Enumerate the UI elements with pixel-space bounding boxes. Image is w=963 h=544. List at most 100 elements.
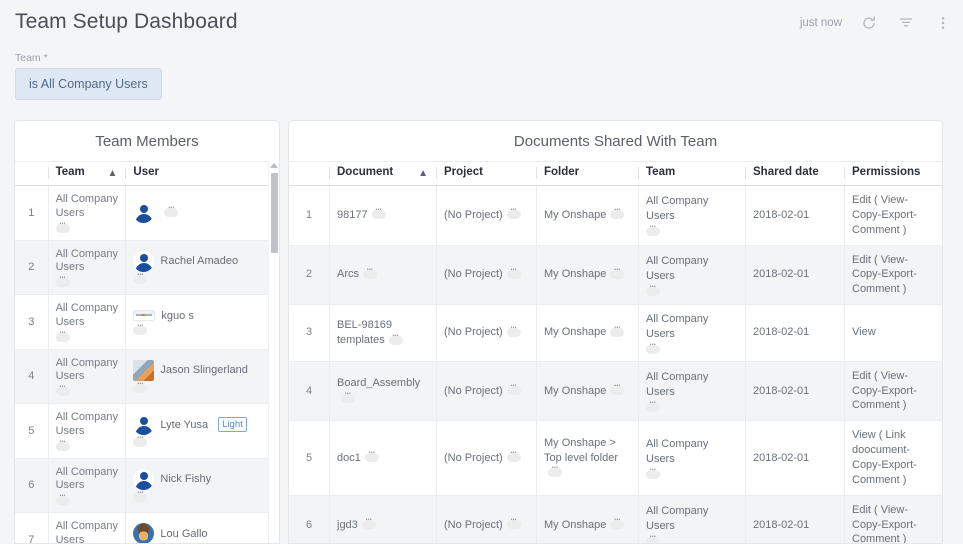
cell-folder: My Onshape: [536, 495, 638, 544]
more-options-icon[interactable]: [646, 345, 660, 354]
more-options-icon[interactable]: [507, 386, 521, 395]
cell-team: All Company Users: [48, 458, 126, 513]
sort-ascending-icon: ▲: [418, 169, 428, 179]
more-options-icon[interactable]: [56, 278, 70, 287]
more-options-icon[interactable]: [363, 270, 377, 279]
cell-project: (No Project): [436, 305, 536, 362]
team-members-scrollbar[interactable]: [268, 161, 279, 544]
cell-document-text: BEL-98169 templates: [337, 319, 392, 346]
cell-team: All Company Users: [48, 186, 126, 241]
user-cell-content: Lou Gallo: [133, 523, 273, 544]
row-number: 4: [15, 349, 48, 404]
table-row[interactable]: 7All Company UsersLou Gallo: [15, 513, 279, 544]
more-options-icon[interactable]: [133, 438, 147, 447]
cell-project-text: (No Project): [444, 519, 503, 531]
user-row: Lyte YusaLight: [133, 414, 273, 435]
cell-project: (No Project): [436, 245, 536, 305]
user-cell-content: Jason Slingerland: [133, 360, 273, 393]
cell-document: doc1: [329, 421, 436, 495]
refresh-icon[interactable]: [859, 13, 879, 33]
table-row[interactable]: 5All Company UsersLyte YusaLight: [15, 404, 279, 459]
more-options-icon[interactable]: [56, 442, 70, 451]
more-options-icon[interactable]: [365, 453, 379, 462]
table-row[interactable]: 1All Company Users: [15, 186, 279, 241]
more-options-icon[interactable]: [507, 328, 521, 337]
cell-team-text: All Company Users: [646, 438, 708, 465]
user-name-text: Jason Slingerland: [160, 363, 247, 377]
more-options-icon[interactable]: [389, 336, 403, 345]
cell-document-text: 98177: [337, 209, 368, 221]
table-row[interactable]: 6All Company UsersNick Fishy: [15, 458, 279, 513]
more-options-icon[interactable]: [507, 520, 521, 529]
cell-permissions: Edit ( View-Copy-Export-Comment ): [844, 495, 942, 544]
user-row: Lou Gallo: [133, 523, 273, 544]
scrollbar-thumb[interactable]: [271, 173, 278, 253]
more-options-icon[interactable]: [610, 520, 624, 529]
more-options-icon[interactable]: [133, 384, 147, 393]
more-options-icon[interactable]: [646, 403, 660, 412]
cell-document-text: doc1: [337, 452, 361, 464]
cell-team-text: All Company Users: [646, 371, 708, 398]
more-options-icon[interactable]: [646, 470, 660, 479]
user-row: kguo s: [133, 309, 273, 323]
column-header-team[interactable]: Team ▲: [48, 162, 126, 186]
cell-project-text: (No Project): [444, 452, 503, 464]
more-options-icon[interactable]: [507, 270, 521, 279]
more-options-icon[interactable]: [610, 210, 624, 219]
table-row[interactable]: 2All Company UsersRachel Amadeo: [15, 240, 279, 295]
table-row[interactable]: 2Arcs(No Project)My OnshapeAll Company U…: [289, 245, 942, 305]
more-options-icon[interactable]: [610, 328, 624, 337]
column-header-document[interactable]: Document ▲: [329, 162, 436, 186]
table-row[interactable]: 4Board_Assembly(No Project)My OnshapeAll…: [289, 361, 942, 421]
cell-team-text: All Company Users: [646, 255, 708, 282]
column-header-permissions[interactable]: Permissions: [844, 162, 942, 186]
more-options-icon[interactable]: [56, 496, 70, 505]
team-members-body: 1All Company Users2All Company UsersRach…: [15, 186, 279, 544]
more-options-icon[interactable]: [133, 493, 147, 502]
status-badge: Light: [218, 417, 247, 432]
table-row[interactable]: 3All Company Userskguo s: [15, 295, 279, 350]
more-options-icon[interactable]: [507, 453, 521, 462]
table-row[interactable]: 4All Company UsersJason Slingerland: [15, 349, 279, 404]
table-row[interactable]: 198177(No Project)My OnshapeAll Company …: [289, 186, 942, 246]
more-vertical-icon[interactable]: [933, 13, 953, 33]
scroll-up-arrow-icon[interactable]: [270, 163, 278, 168]
more-options-icon[interactable]: [56, 387, 70, 396]
more-options-icon[interactable]: [646, 537, 660, 544]
more-options-icon[interactable]: [133, 326, 147, 335]
cell-document: jgd3: [329, 495, 436, 544]
table-row[interactable]: 6jgd3(No Project)My OnshapeAll Company U…: [289, 495, 942, 544]
cell-shared-date-text: 2018-02-01: [753, 326, 809, 338]
more-options-icon[interactable]: [610, 386, 624, 395]
column-header-user[interactable]: User: [125, 162, 279, 186]
more-options-icon[interactable]: [362, 520, 376, 529]
column-header-project[interactable]: Project: [436, 162, 536, 186]
filter-icon[interactable]: [896, 13, 916, 33]
more-options-icon[interactable]: [56, 333, 70, 342]
cell-team: All Company Users: [638, 421, 745, 495]
more-options-icon[interactable]: [646, 287, 660, 296]
avatar-photo: [133, 523, 154, 544]
table-row[interactable]: 5doc1(No Project)My Onshape > Top level …: [289, 421, 942, 495]
column-header-shared-date[interactable]: Shared date: [745, 162, 844, 186]
row-number: 4: [289, 361, 329, 421]
more-options-icon[interactable]: [507, 210, 521, 219]
more-options-icon[interactable]: [610, 270, 624, 279]
more-options-icon[interactable]: [133, 275, 147, 284]
more-options-icon[interactable]: [341, 394, 355, 403]
column-header-team[interactable]: Team: [638, 162, 745, 186]
documents-title: Documents Shared With Team: [289, 121, 942, 161]
more-options-icon[interactable]: [372, 210, 386, 219]
row-number: 3: [15, 295, 48, 350]
table-row[interactable]: 3BEL-98169 templates(No Project)My Onsha…: [289, 305, 942, 362]
user-name-text: kguo s: [161, 309, 193, 323]
cell-project-text: (No Project): [444, 385, 503, 397]
more-options-icon[interactable]: [56, 224, 70, 233]
cell-shared-date-text: 2018-02-01: [753, 452, 809, 464]
more-options-icon[interactable]: [164, 208, 178, 217]
team-filter-chip[interactable]: is All Company Users: [15, 68, 162, 100]
column-header-shared-date-label: Shared date: [753, 166, 819, 178]
more-options-icon[interactable]: [548, 468, 562, 477]
column-header-folder[interactable]: Folder: [536, 162, 638, 186]
more-options-icon[interactable]: [646, 227, 660, 236]
